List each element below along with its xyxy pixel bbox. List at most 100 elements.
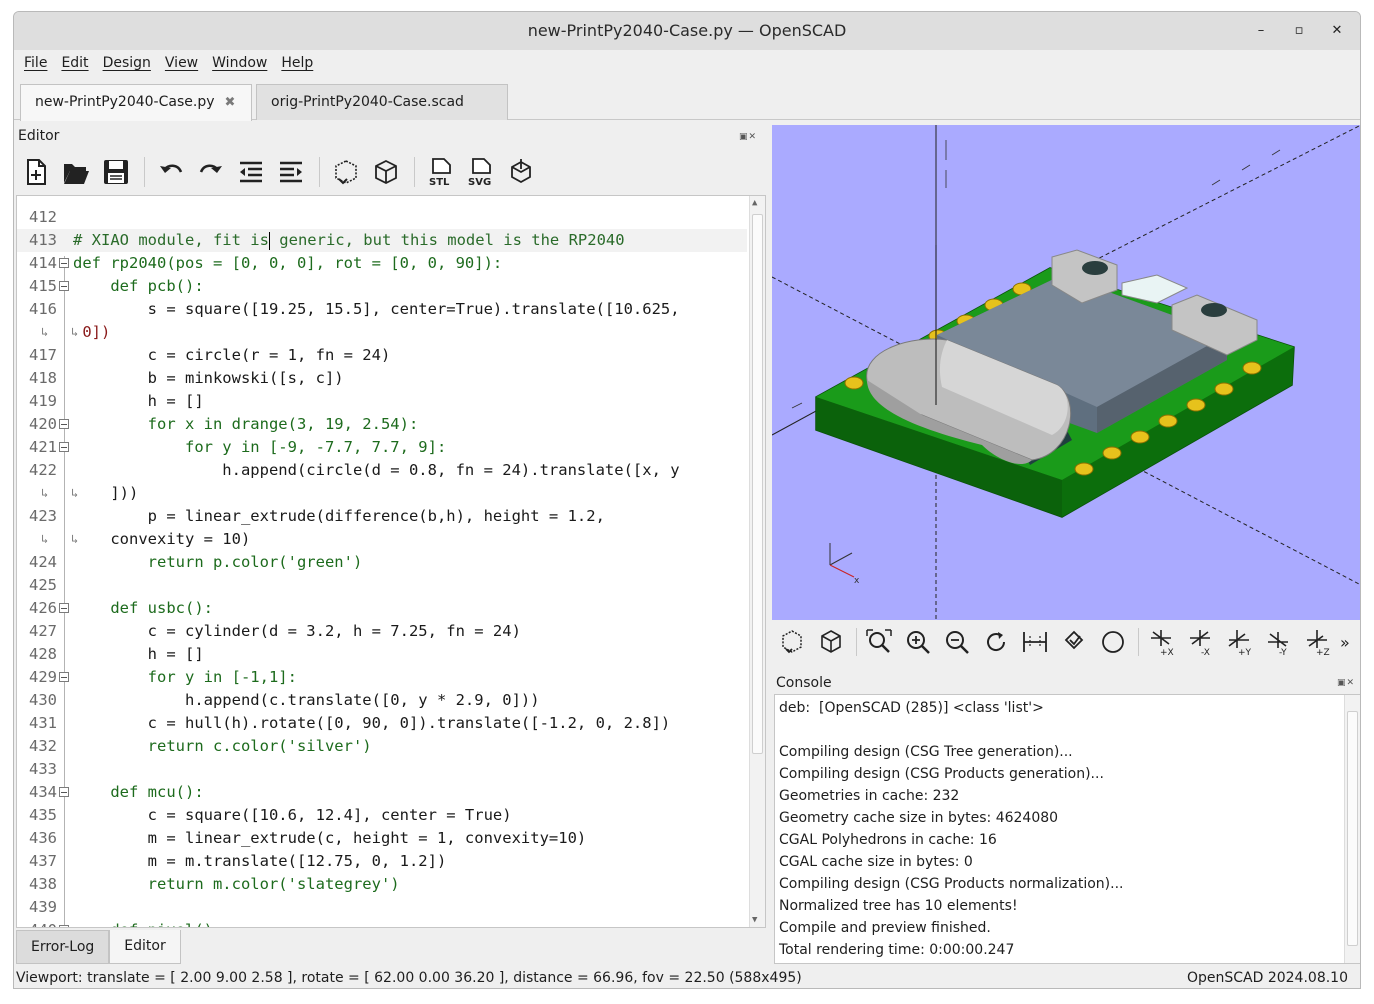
circle-icon[interactable] — [1097, 626, 1129, 658]
render-icon[interactable] — [370, 156, 402, 188]
svg-text:x: x — [854, 576, 860, 586]
svg-text:STL: STL — [429, 177, 450, 187]
tab-editor[interactable]: Editor — [109, 930, 181, 964]
new-file-icon[interactable] — [20, 156, 52, 188]
console-line: CGAL cache size in bytes: 0 — [779, 854, 973, 870]
app-window: new-PrintPy2040-Case.py — OpenSCAD – ▫ ✕… — [13, 11, 1361, 989]
code-line-wrap: ↳ ↳ 0]) — [17, 321, 747, 344]
code-line: 419 h = [] — [29, 392, 204, 410]
open-file-icon[interactable] — [60, 156, 92, 188]
export-svg-icon[interactable]: SVG — [465, 156, 497, 188]
perspective-icon[interactable] — [1019, 626, 1051, 658]
console-output[interactable]: deb: [OpenSCAD (285)] <class 'list'> Com… — [774, 694, 1360, 964]
tab-orig-printpy2040-case-scad[interactable]: orig-PrintPy2040-Case.scad — [256, 84, 508, 120]
menu-window[interactable]: Window — [212, 55, 267, 71]
window-controls: – ▫ ✕ — [1252, 12, 1346, 50]
scroll-down-icon[interactable]: ▼ — [752, 915, 757, 925]
orthogonal-icon[interactable] — [1058, 626, 1090, 658]
maximize-button[interactable]: ▫ — [1290, 12, 1308, 50]
code-line: 436 m = linear_extrude(c, height = 1, co… — [29, 829, 587, 847]
console-scrollbar[interactable] — [1344, 695, 1360, 963]
menu-help[interactable]: Help — [281, 55, 313, 71]
code-line: 433 — [29, 760, 57, 778]
code-line: 430 h.append(c.translate([0, y * 2.9, 0]… — [29, 691, 540, 709]
scrollbar-thumb[interactable] — [752, 214, 763, 754]
3d-viewport[interactable]: x — [772, 125, 1360, 620]
undo-icon[interactable] — [155, 156, 187, 188]
console-line: Compiling design (CSG Products generatio… — [779, 766, 1104, 782]
console-line: Normalized tree has 10 elements! — [779, 898, 1018, 914]
toolbar-divider — [414, 157, 415, 187]
window-title: new-PrintPy2040-Case.py — OpenSCAD — [527, 21, 847, 40]
fold-toggle-icon[interactable] — [59, 419, 69, 429]
zoom-out-icon[interactable] — [941, 626, 973, 658]
fold-toggle-icon[interactable] — [59, 925, 69, 927]
fold-toggle-icon[interactable] — [59, 281, 69, 291]
tab-new-printpy2040-case-py[interactable]: new-PrintPy2040-Case.py ✖ — [20, 84, 252, 121]
view-plus-z-icon[interactable]: +Z — [1301, 626, 1333, 658]
preview-icon[interactable] — [776, 626, 808, 658]
editor-toolbar: STL SVG — [20, 152, 545, 192]
viewport-status: Viewport: translate = [ 2.00 9.00 2.58 ]… — [16, 970, 802, 986]
editor-bottom-tabs: Error-Log Editor — [16, 930, 181, 964]
title-bar: new-PrintPy2040-Case.py — OpenSCAD – ▫ ✕ — [14, 12, 1360, 50]
fold-toggle-icon[interactable] — [59, 442, 69, 452]
preview-icon[interactable] — [330, 156, 362, 188]
code-line: 414 def rp2040(pos = [0, 0, 0], rot = [0,… — [29, 254, 503, 272]
code-line: 424 return p.color('green') — [29, 553, 363, 571]
export-stl-icon[interactable]: STL — [425, 156, 457, 188]
code-line: 413 # XIAO module, fit is generic, but th… — [17, 229, 747, 252]
export-3d-icon[interactable] — [505, 156, 537, 188]
menu-design[interactable]: Design — [103, 55, 151, 71]
file-tab-bar: new-PrintPy2040-Case.py ✖ orig-PrintPy204… — [14, 78, 1360, 121]
console-dock-buttons[interactable]: ▣✕ — [1337, 678, 1355, 688]
code-line: 429 for y in [-1,1]: — [29, 668, 297, 686]
menu-edit[interactable]: Edit — [61, 55, 88, 71]
code-line: 431 c = hull(h).rotate([0, 90, 0]).trans… — [29, 714, 671, 732]
close-window-button[interactable]: ✕ — [1328, 12, 1346, 50]
toolbar-divider — [319, 157, 320, 187]
code-line: 423 p = linear_extrude(difference(b,h), … — [29, 507, 605, 525]
menu-view[interactable]: View — [165, 55, 198, 71]
code-line: 432 return c.color('silver') — [29, 737, 372, 755]
console-line: CGAL Polyhedrons in cache: 16 — [779, 832, 997, 848]
view-plus-x-icon[interactable]: +X — [1145, 626, 1177, 658]
code-line: 415 def pcb(): — [29, 277, 204, 295]
view-minus-y-icon[interactable]: -Y — [1262, 626, 1294, 658]
tab-label: new-PrintPy2040-Case.py — [35, 94, 215, 110]
code-line: 425 — [29, 576, 57, 594]
scroll-up-icon[interactable]: ▲ — [752, 198, 757, 208]
view-all-icon[interactable] — [863, 626, 895, 658]
close-tab-icon[interactable]: ✖ — [224, 95, 235, 110]
redo-icon[interactable] — [195, 156, 227, 188]
svg-text:+Y: +Y — [1238, 648, 1252, 656]
editor-dock-buttons[interactable]: ▣✕ — [739, 132, 757, 142]
code-editor[interactable]: 412 413 # XIAO module, fit is generic, bu… — [16, 195, 766, 928]
tab-label: orig-PrintPy2040-Case.scad — [271, 94, 464, 110]
code-line-wrap: ↳ ↳ convexity = 10) — [17, 528, 747, 551]
tab-error-log[interactable]: Error-Log — [16, 930, 110, 964]
fold-toggle-icon[interactable] — [59, 787, 69, 797]
overflow-icon[interactable]: » — [1340, 633, 1350, 652]
indent-icon[interactable] — [275, 156, 307, 188]
view-plus-y-icon[interactable]: +Y — [1223, 626, 1255, 658]
minimize-button[interactable]: – — [1252, 12, 1270, 50]
view-minus-x-icon[interactable]: -X — [1184, 626, 1216, 658]
zoom-in-icon[interactable] — [902, 626, 934, 658]
model-render: x — [772, 125, 1360, 620]
editor-scrollbar[interactable]: ▲ ▼ — [749, 196, 765, 927]
code-line: 428 h = [] — [29, 645, 204, 663]
menu-file[interactable]: File — [24, 55, 47, 71]
fold-toggle-icon[interactable] — [59, 603, 69, 613]
fold-toggle-icon[interactable] — [59, 258, 69, 268]
console-line: deb: [OpenSCAD (285)] <class 'list'> — [779, 700, 1044, 716]
render-icon[interactable] — [815, 626, 847, 658]
scrollbar-thumb[interactable] — [1347, 711, 1358, 946]
code-line: 412 — [29, 208, 57, 226]
save-file-icon[interactable] — [100, 156, 132, 188]
console-line: Compiling design (CSG Tree generation)..… — [779, 744, 1073, 760]
unindent-icon[interactable] — [235, 156, 267, 188]
menu-bar: File Edit Design View Window Help — [14, 50, 1360, 76]
fold-toggle-icon[interactable] — [59, 672, 69, 682]
reset-view-icon[interactable] — [980, 626, 1012, 658]
